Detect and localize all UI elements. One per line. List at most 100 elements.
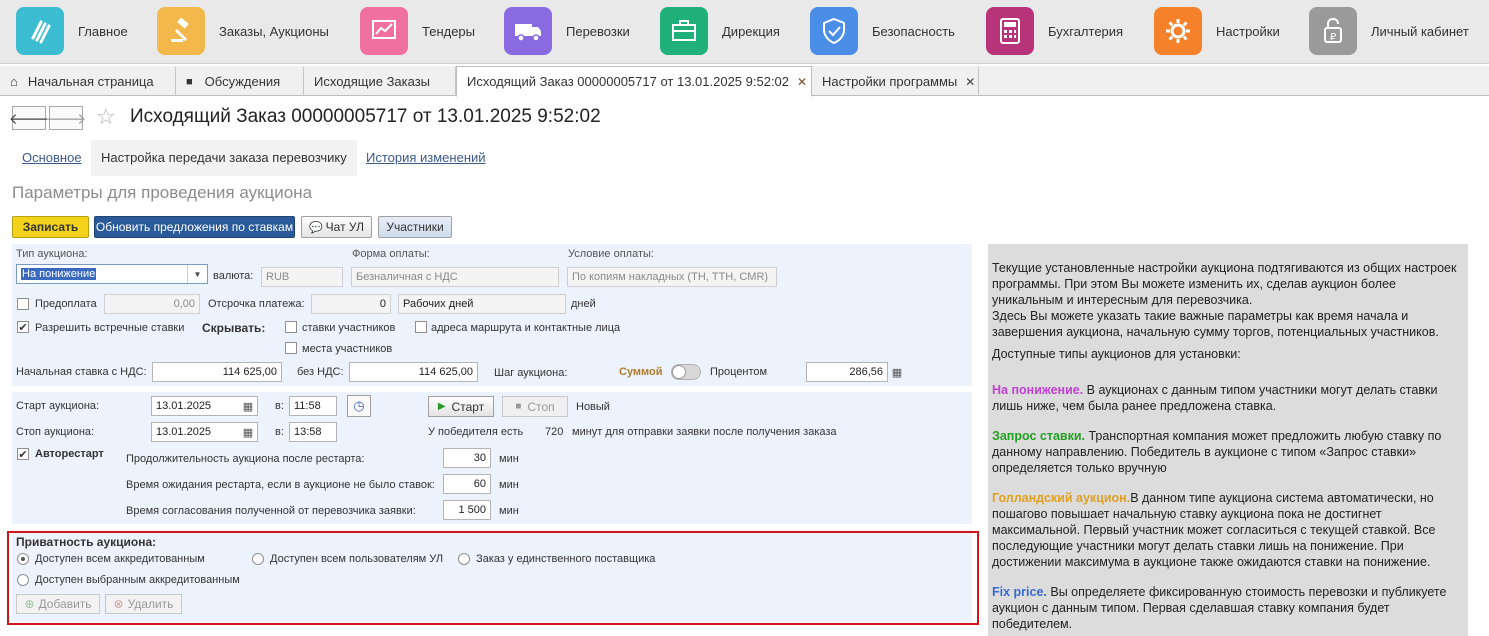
tab-discussions[interactable]: ■ Обсуждения [176,67,304,96]
close-icon[interactable]: ✕ [797,75,807,89]
main-icon [16,7,64,55]
subtab-main[interactable]: Основное [22,150,82,165]
delay-label: Отсрочка платежа: [208,298,305,310]
calendar-icon[interactable]: ▦ [238,422,258,442]
start-button[interactable]: ▶ Старт [428,396,494,417]
winner-prefix: У победителя есть [428,426,524,438]
tab-strip: ⌂ Начальная страница ■ Обсуждения Исходя… [0,66,1489,97]
approval-time-label: Время согласования полученной от перевоз… [126,505,416,517]
section-direction[interactable]: Дирекция [660,6,780,56]
approval-time-field[interactable]: 1 500 [443,500,491,520]
hide-addresses-checkbox[interactable] [415,321,427,333]
currency-field: RUB [261,267,343,287]
section-accounting[interactable]: Бухгалтерия [986,6,1123,56]
start-time-field[interactable]: 11:58 [289,396,337,416]
autorestart-label: Авторестарт [35,448,104,460]
check-icon: ✔ [18,321,28,334]
section-main[interactable]: Главное [16,6,128,56]
restart-wait-field[interactable]: 60 [443,474,491,494]
gear-icon [1154,7,1202,55]
unit-label: мин [499,505,519,517]
participants-button[interactable]: Участники [378,216,452,238]
hide-places-checkbox[interactable] [285,342,297,354]
shield-icon [810,7,858,55]
section-settings[interactable]: Настройки [1154,6,1280,56]
step-mode-toggle[interactable] [671,364,701,380]
calendar-icon[interactable]: ▦ [238,396,258,416]
section-transport[interactable]: Перевозки [504,6,630,56]
tab-order[interactable]: Исходящий Заказ 00000005717 от 13.01.202… [456,66,812,97]
play-icon: ▶ [437,401,446,412]
stop-time-field[interactable]: 13:58 [289,422,337,442]
svg-text:₽: ₽ [1330,32,1337,43]
calculator-small-icon[interactable]: ▦ [887,362,907,382]
no-vat-field[interactable]: 114 625,00 [349,362,478,382]
autorestart-checkbox[interactable]: ✔ [17,448,29,461]
delay-unit-suffix: дней [571,298,596,310]
subtab-history[interactable]: История изменений [366,150,486,165]
section-bar: Главное Заказы, Аукционы Тендеры Перевоз… [0,0,1489,64]
help-type-down: На понижение. В аукционах с данным типом… [992,383,1438,413]
prepay-label: Предоплата [35,298,97,310]
subtab-carrier-settings[interactable]: Настройка передачи заказа перевозчику [91,140,357,176]
start-auction-label: Старт аукциона: [16,400,100,412]
close-icon[interactable]: ✕ [965,75,975,89]
chat-button[interactable]: 💬 Чат УЛ [301,216,372,238]
hide-places-label: места участников [302,343,393,355]
auction-type-select[interactable]: На понижение ▼ [16,264,208,284]
stop-button[interactable]: ■ Стоп [502,396,568,417]
refresh-bids-button[interactable]: Обновить предложения по ставкам [94,216,295,238]
section-tenders[interactable]: Тендеры [360,6,475,56]
arrow-left-icon: 🡐 [8,110,50,128]
restart-duration-field[interactable]: 30 [443,448,491,468]
unit-label: мин [499,453,519,465]
delay-field: 0 [311,294,391,314]
section-orders[interactable]: Заказы, Аукционы [157,6,329,56]
forward-button[interactable]: 🡒 [46,106,86,130]
counter-bids-checkbox[interactable]: ✔ [17,321,29,334]
step-sum-label[interactable]: Суммой [619,366,663,378]
stop-icon: ■ [515,401,522,412]
no-vat-label: без НДС: [297,366,344,378]
start-time-label: в: [275,400,284,412]
help-type-fix: Fix price. Вы определяете фиксированную … [992,585,1447,631]
star-icon[interactable]: ☆ [96,104,116,130]
check-icon: ✔ [18,448,28,461]
currency-label: валюта: [213,270,254,282]
auction-type-label: Тип аукциона: [16,248,88,260]
section-title: Параметры для проведения аукциона [12,183,313,202]
home-icon: ⌂ [10,74,18,89]
save-button[interactable]: Записать [12,216,89,238]
briefcase-icon [660,7,708,55]
clock-icon[interactable]: ◷ [347,395,371,417]
start-rate-label: Начальная ставка с НДС: [16,366,147,378]
payment-condition-field: По копиям накладных (ТН, ТТН, CMR) [567,267,777,287]
back-button[interactable]: 🡐 [8,106,50,130]
help-intro: Здесь Вы можете указать такие важные пар… [992,309,1439,339]
step-value-field[interactable]: 286,56 [806,362,888,382]
section-cabinet[interactable]: ₽ Личный кабинет [1309,6,1469,56]
prepay-checkbox[interactable] [17,298,29,310]
hide-bids-label: ставки участников [302,322,396,334]
tab-outgoing-orders[interactable]: Исходящие Заказы [304,67,456,96]
page-title: Исходящий Заказ 00000005717 от 13.01.202… [130,106,601,127]
unit-label: мин [499,479,519,491]
stop-auction-label: Стоп аукциона: [16,426,95,438]
delay-unit-field: Рабочих дней [398,294,566,314]
tab-home[interactable]: ⌂ Начальная страница [0,67,176,96]
winner-minutes: 720 [545,426,564,438]
hide-bids-checkbox[interactable] [285,321,297,333]
auction-status: Новый [576,401,610,413]
dropdown-arrow-icon[interactable]: ▼ [187,265,207,283]
restart-duration-label: Продолжительность аукциона после рестарт… [126,453,365,465]
stop-time-label: в: [275,426,284,438]
chat-icon: 💬 [308,221,323,234]
section-security[interactable]: Безопасность [810,6,955,56]
calculator-icon [986,7,1034,55]
hide-addresses-label: адреса маршрута и контактные лица [431,322,621,334]
start-rate-field[interactable]: 114 625,00 [152,362,282,382]
payment-form-label: Форма оплаты: [352,248,430,260]
privacy-highlight-frame [7,531,979,625]
step-percent-label[interactable]: Процентом [710,366,767,378]
tab-program-settings[interactable]: Настройки программы ✕ [812,67,979,96]
